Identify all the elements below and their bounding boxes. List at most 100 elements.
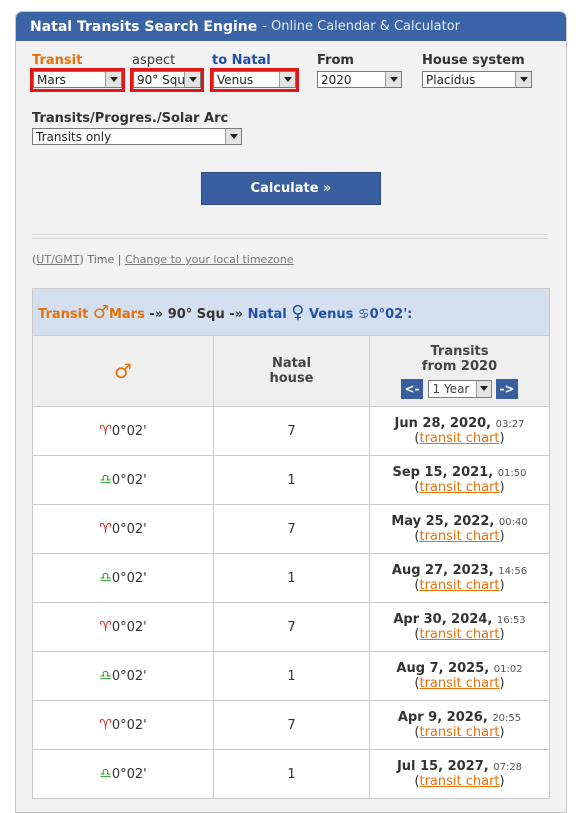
venus-icon: ♀ (291, 301, 305, 323)
degree-text: 0°02' (111, 571, 147, 586)
aries-icon: ♈ (99, 521, 112, 537)
transit-time: 14:56 (498, 566, 528, 577)
mars-icon: ♂ (114, 359, 132, 383)
results-table: Transit ♂Mars -» 90° Squ -» Natal ♀ Venu… (32, 288, 550, 799)
house-cell: 1 (213, 651, 370, 701)
libra-icon: ♎ (99, 668, 112, 684)
aspect-value: 90° Squ (137, 73, 185, 87)
transit-chart-link[interactable]: transit chart (419, 578, 499, 593)
aspect-select[interactable]: 90° Squ (133, 71, 201, 88)
table-row: ♎0°02' 1 Aug 7, 2025, 01:02 (transit chart) (32, 651, 550, 701)
period-select[interactable]: 1 Year (427, 379, 492, 398)
from-year-select[interactable]: 2020 (317, 71, 402, 88)
transit-date: Aug 7, 2025 (396, 661, 485, 676)
transit-chart-link[interactable]: transit chart (419, 431, 499, 446)
results-title: Transit ♂Mars -» 90° Squ -» Natal ♀ Venu… (32, 288, 550, 336)
table-row: ♎0°02' 1 Sep 15, 2021, 01:50 (transit chart… (32, 455, 550, 505)
title-natal: Natal (247, 306, 287, 322)
table-row: ♎0°02' 1 Jul 15, 2027, 07:28 (transit chart… (32, 749, 550, 799)
time-label: Time (87, 253, 115, 266)
date-cell: Sep 15, 2021, 01:50 (transit chart) (369, 455, 550, 505)
divider (32, 234, 548, 239)
table-row: ♈0°02' 7 Apr 9, 2026, 20:55 (transit chart) (32, 700, 550, 750)
position-cell: ♈0°02' (32, 700, 214, 750)
libra-icon: ♎ (99, 472, 112, 488)
transit-chart-link[interactable]: transit chart (419, 774, 499, 789)
transit-label: Transit (32, 53, 83, 68)
change-timezone-link[interactable]: Change to your local timezone (125, 253, 294, 266)
chevron-down-icon (184, 72, 200, 87)
period-value: 1 Year (432, 381, 470, 396)
natal-label: to Natal (212, 53, 271, 68)
transits-header-text: Transits (430, 343, 489, 359)
libra-icon: ♎ (99, 570, 112, 586)
house-cell: 7 (213, 504, 370, 554)
transit-date: Apr 30, 2024 (393, 612, 488, 627)
mode-label: Transits/Progres./Solar Arc (32, 111, 229, 126)
date-cell: Aug 7, 2025, 01:02 (transit chart) (369, 651, 550, 701)
date-cell: May 25, 2022, 00:40 (transit chart) (369, 504, 550, 554)
aries-icon: ♈ (99, 423, 112, 439)
table-row: ♈0°02' 7 May 25, 2022, 00:40 (transit chart… (32, 504, 550, 554)
table-row: ♎0°02' 1 Aug 27, 2023, 14:56 (transit chart… (32, 553, 550, 603)
degree-text: 0°02' (111, 767, 147, 782)
house-system-select[interactable]: Placidus (422, 71, 532, 88)
transit-planet-select[interactable]: Mars (33, 71, 122, 88)
chevron-down-icon (279, 72, 295, 87)
transit-chart-link[interactable]: transit chart (419, 725, 499, 740)
transit-chart-link[interactable]: transit chart (419, 676, 499, 691)
transit-search-panel: Natal Transits Search Engine - Online Ca… (15, 11, 567, 813)
mars-icon: ♂ (92, 301, 109, 323)
house-system-label: House system (422, 53, 525, 68)
date-cell: Jun 28, 2020, 03:27 (transit chart) (369, 406, 550, 456)
aries-icon: ♈ (99, 619, 112, 635)
transit-chart-link[interactable]: transit chart (419, 480, 499, 495)
chevron-down-icon (105, 72, 121, 87)
previous-period-button[interactable]: <- (400, 378, 423, 399)
house-cell: 1 (213, 553, 370, 603)
transit-date: Apr 9, 2026 (397, 710, 483, 725)
from-year-value: 2020 (321, 73, 352, 87)
degree-text: 0°02' (111, 669, 147, 684)
house-cell: 7 (213, 406, 370, 456)
transit-time: 00:40 (498, 517, 528, 528)
position-cell: ♎0°02' (32, 553, 214, 603)
natal-planet-select[interactable]: Venus (213, 71, 296, 88)
degree-text: 0°02' (111, 620, 147, 635)
panel-header: Natal Transits Search Engine - Online Ca… (16, 12, 566, 41)
transit-date: Aug 27, 2023 (391, 563, 489, 578)
transit-time: 01:50 (497, 468, 527, 479)
ut-gmt-label: UT/GMT (36, 253, 80, 266)
aspect-label: aspect (132, 53, 176, 68)
cancer-icon: ♋ (357, 306, 370, 322)
libra-icon: ♎ (99, 766, 112, 782)
position-cell: ♎0°02' (32, 651, 214, 701)
house-system-value: Placidus (426, 73, 476, 87)
house-column-header: Natal house (213, 335, 370, 407)
page-subtitle: - Online Calendar & Calculator (262, 19, 460, 34)
house-cell: 7 (213, 602, 370, 652)
title-transit: Transit (38, 306, 89, 322)
transits-column-header: Transits from 2020 <- 1 Year -> (369, 335, 550, 407)
transit-time: 07:28 (493, 762, 523, 773)
next-period-button[interactable]: -> (496, 378, 519, 399)
transit-planet-value: Mars (37, 73, 66, 87)
house-cell: 1 (213, 455, 370, 505)
mode-select[interactable]: Transits only (32, 128, 242, 145)
natal-planet-value: Venus (217, 73, 254, 87)
degree-text: 0°02' (111, 424, 147, 439)
arrow-text: -» (149, 306, 164, 322)
date-cell: Apr 30, 2024, 16:53 (transit chart) (369, 602, 550, 652)
title-natal-planet: Venus (308, 306, 354, 322)
transit-chart-link[interactable]: transit chart (419, 529, 499, 544)
calculate-button[interactable]: Calculate » (201, 172, 381, 205)
position-cell: ♎0°02' (32, 455, 214, 505)
house-cell: 7 (213, 700, 370, 750)
degree-text: 0°02' (111, 473, 147, 488)
date-cell: Apr 9, 2026, 20:55 (transit chart) (369, 700, 550, 750)
timezone-bar: (UT/GMT) Time | Change to your local tim… (32, 253, 294, 266)
chevron-down-icon (475, 380, 491, 397)
transit-date: Sep 15, 2021 (392, 465, 489, 480)
date-cell: Jul 15, 2027, 07:28 (transit chart) (369, 749, 550, 799)
transit-chart-link[interactable]: transit chart (419, 627, 499, 642)
